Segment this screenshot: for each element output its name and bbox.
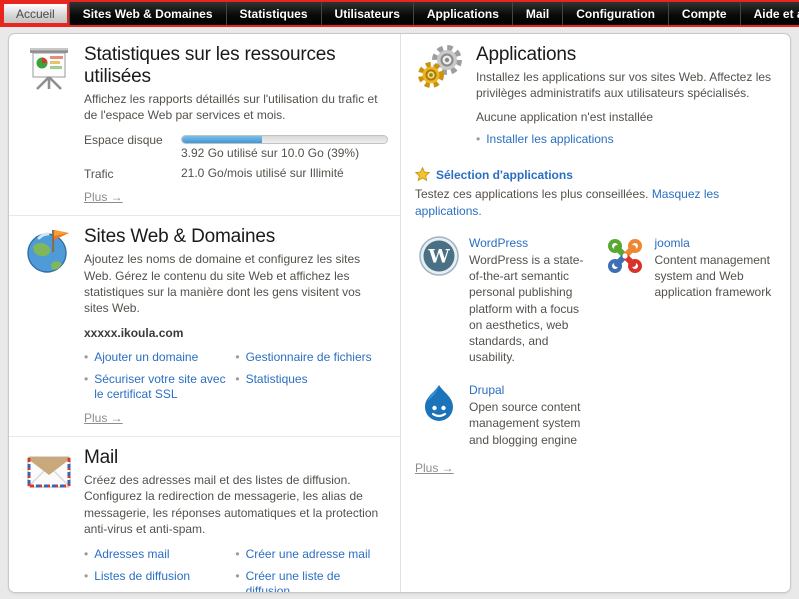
app-card-drupal: Drupal Open source content management sy… [419, 383, 591, 448]
domains-more-link[interactable]: Plus → [84, 411, 123, 425]
bullet: • [476, 132, 480, 147]
tab-accueil[interactable]: Accueil [2, 2, 69, 25]
wordpress-icon: W [419, 236, 459, 276]
mailing-lists-link[interactable]: Listes de diffusion [94, 569, 190, 593]
applications-status: Aucune application n'est installée [476, 110, 776, 124]
bullet: • [84, 350, 88, 365]
traffic-label: Trafic [84, 166, 181, 181]
featured-intro-text: Testez ces applications les plus conseil… [415, 187, 648, 201]
domain-name: xxxxx.ikoula.com [84, 326, 388, 340]
domains-title: Sites Web & Domaines [84, 226, 388, 248]
home-panel: Statistiques sur les ressources utilisée… [8, 33, 791, 593]
add-domain-link[interactable]: Ajouter un domaine [94, 350, 198, 365]
applications-gears-icon [417, 44, 465, 92]
drupal-description: Open source content management system an… [469, 399, 591, 448]
section-mail: Mail Créez des adresses mail et des list… [9, 437, 400, 593]
nav-tabs-annotation-box: Accueil Sites Web & Domaines Statistique… [0, 0, 799, 27]
disk-usage-progress-fill [182, 136, 262, 143]
bullet: • [84, 372, 88, 402]
create-mailing-list-link[interactable]: Créer une liste de diffusion [246, 569, 388, 593]
joomla-icon [605, 236, 645, 276]
drupal-link[interactable]: Drupal [469, 383, 591, 397]
applications-description: Installez les applications sur vos sites… [476, 69, 776, 101]
featured-apps-title: Sélection d'applications [436, 168, 573, 182]
bullet: • [235, 547, 239, 562]
bullet: • [235, 569, 239, 593]
file-manager-link[interactable]: Gestionnaire de fichiers [246, 350, 372, 365]
traffic-usage-text: 21.0 Go/mois utilisé sur Illimité [181, 166, 388, 180]
mail-addresses-link[interactable]: Adresses mail [94, 547, 169, 562]
featured-apps-intro: Testez ces applications les plus conseil… [415, 186, 776, 220]
tab-applications[interactable]: Applications [413, 2, 512, 25]
top-navigation-bar: Accueil Sites Web & Domaines Statistique… [0, 0, 799, 27]
featured-apps-grid: W WordPress WordPress is a state-of-the-… [419, 236, 776, 448]
joomla-description: Content management system and Web applic… [655, 252, 777, 301]
bullet: • [84, 569, 88, 593]
applications-title: Applications [476, 44, 776, 66]
tab-compte[interactable]: Compte [668, 2, 740, 25]
install-applications-link[interactable]: Installer les applications [486, 132, 613, 147]
tab-utilisateurs[interactable]: Utilisateurs [321, 2, 413, 25]
bullet: • [235, 350, 239, 365]
featured-more-link[interactable]: Plus → [415, 461, 454, 475]
app-card-wordpress: W WordPress WordPress is a state-of-the-… [419, 236, 591, 365]
mail-envelope-icon [25, 447, 73, 495]
drupal-icon [419, 383, 459, 423]
featured-apps-header: Sélection d'applications [415, 167, 776, 182]
tab-mail[interactable]: Mail [512, 2, 562, 25]
tab-sites-web-domaines[interactable]: Sites Web & Domaines [69, 2, 226, 25]
tab-aide-assistance[interactable]: Aide et assistance technique [740, 2, 799, 25]
tab-statistiques[interactable]: Statistiques [226, 2, 321, 25]
domains-description: Ajoutez les noms de domaine et configure… [84, 251, 388, 316]
disk-usage-progressbar [181, 135, 388, 144]
left-column: Statistiques sur les ressources utilisée… [9, 34, 401, 592]
section-applications: Applications Installez les applications … [413, 44, 776, 151]
tab-configuration[interactable]: Configuration [562, 2, 668, 25]
bullet: • [84, 547, 88, 562]
disk-usage-text: 3.92 Go utilisé sur 10.0 Go (39%) [181, 146, 388, 160]
section-sites-web-domaines: Sites Web & Domaines Ajoutez les noms de… [9, 216, 400, 437]
mail-title: Mail [84, 447, 388, 469]
resource-stats-icon [25, 44, 73, 92]
section-statistiques: Statistiques sur les ressources utilisée… [9, 34, 400, 216]
star-icon [415, 167, 430, 182]
stats-title: Statistiques sur les ressources utilisée… [84, 44, 388, 88]
wordpress-description: WordPress is a state-of-the-art semantic… [469, 252, 591, 365]
bullet: • [235, 372, 239, 402]
app-card-joomla: joomla Content management system and Web… [605, 236, 777, 365]
ssl-certificate-link[interactable]: Sécuriser votre site avec le certificat … [94, 372, 229, 402]
globe-flag-icon [25, 226, 73, 274]
wordpress-link[interactable]: WordPress [469, 236, 591, 250]
stats-more-link[interactable]: Plus → [84, 190, 123, 204]
joomla-link[interactable]: joomla [655, 236, 777, 250]
stats-description: Affichez les rapports détaillés sur l'ut… [84, 91, 388, 123]
create-mail-address-link[interactable]: Créer une adresse mail [246, 547, 371, 562]
mail-description: Créez des adresses mail et des listes de… [84, 472, 388, 537]
statistics-link[interactable]: Statistiques [246, 372, 308, 402]
right-column: Applications Installez les applications … [401, 34, 790, 592]
svg-text:W: W [427, 245, 450, 267]
disk-space-label: Espace disque [84, 132, 181, 147]
